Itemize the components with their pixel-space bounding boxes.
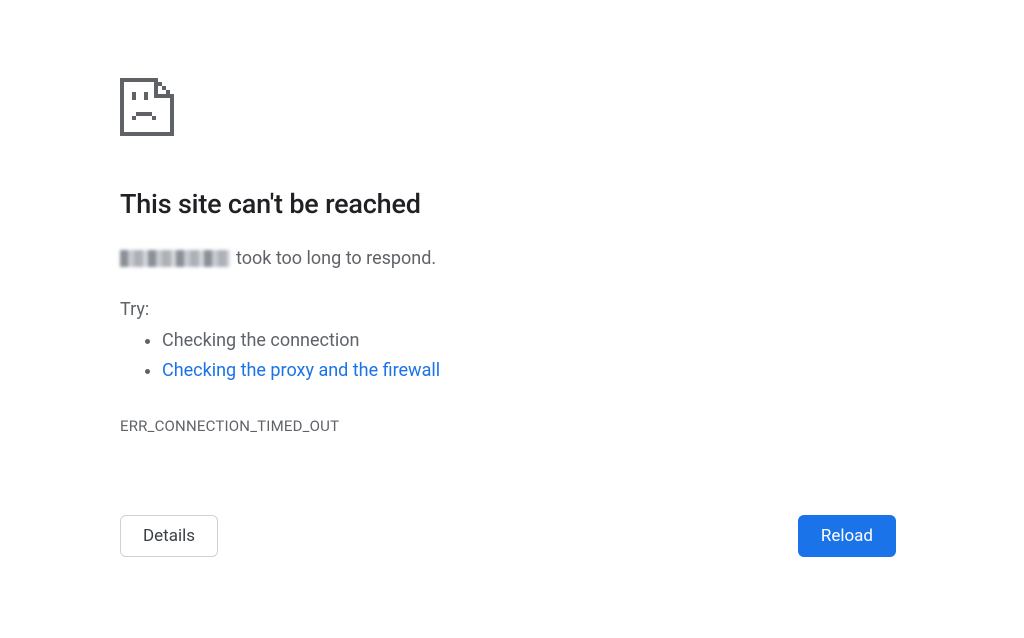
suggestion-item: Checking the connection (162, 326, 904, 356)
try-label: Try: (120, 299, 904, 320)
redacted-hostname (120, 250, 230, 267)
details-button[interactable]: Details (120, 515, 218, 557)
suggestion-item: Checking the proxy and the firewall (162, 356, 904, 386)
sad-page-icon (120, 78, 904, 136)
suggestion-text: Checking the connection (162, 330, 359, 351)
proxy-firewall-link[interactable]: Checking the proxy and the firewall (162, 360, 440, 381)
reload-button[interactable]: Reload (798, 515, 896, 557)
error-message-suffix: took too long to respond. (236, 248, 436, 269)
suggestion-list: Checking the connection Checking the pro… (120, 326, 904, 385)
error-title: This site can't be reached (120, 188, 904, 220)
button-row: Details Reload (120, 515, 904, 557)
error-page-container: This site can't be reached took too long… (0, 0, 1024, 557)
error-code: ERR_CONNECTION_TIMED_OUT (120, 417, 904, 435)
error-message: took too long to respond. (120, 248, 904, 269)
